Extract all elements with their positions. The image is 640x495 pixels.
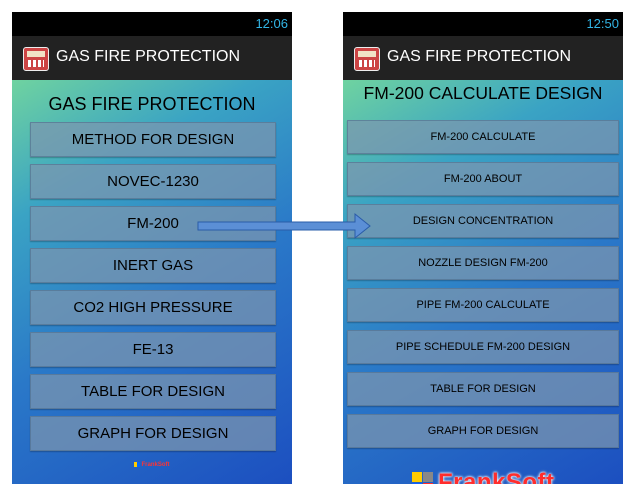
right-arrow-icon [197, 212, 371, 240]
arrow-shape [197, 212, 371, 240]
